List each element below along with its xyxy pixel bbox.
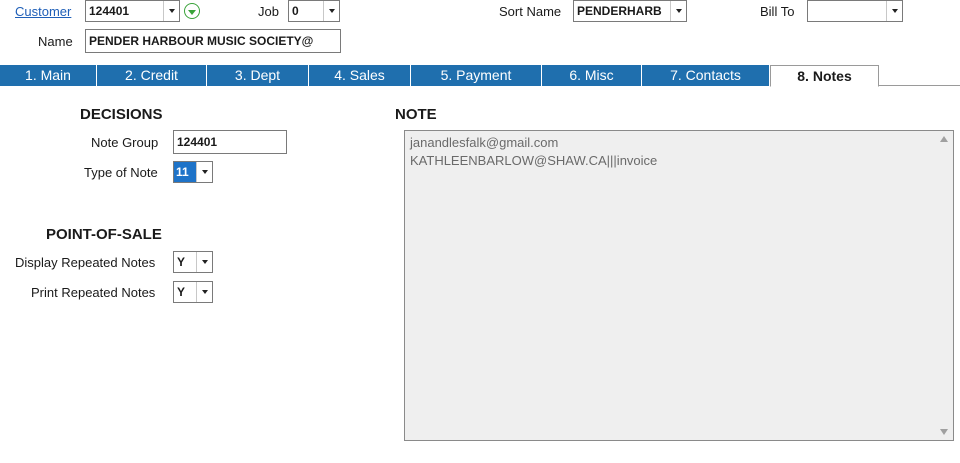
decisions-title: DECISIONS — [80, 106, 163, 123]
display-repeated-combo[interactable]: Y — [173, 251, 213, 273]
chevron-down-icon[interactable] — [886, 1, 902, 21]
tab-credit[interactable]: 2. Credit — [97, 65, 207, 86]
customer-combo[interactable]: 124401 — [85, 0, 180, 22]
bill-to-label: Bill To — [760, 4, 795, 19]
display-repeated-label: Display Repeated Notes — [15, 255, 156, 270]
note-group-input[interactable]: 124401 — [173, 130, 287, 154]
chevron-down-icon[interactable] — [323, 1, 339, 21]
note-content: janandlesfalk@gmail.com KATHLEENBARLOW@S… — [410, 134, 933, 170]
type-of-note-label: Type of Note — [84, 165, 158, 180]
tab-sales[interactable]: 4. Sales — [309, 65, 411, 86]
note-line: KATHLEENBARLOW@SHAW.CA|||invoice — [410, 153, 658, 168]
tab-misc[interactable]: 6. Misc — [542, 65, 642, 86]
note-line: janandlesfalk@gmail.com — [410, 135, 559, 150]
print-repeated-combo[interactable]: Y — [173, 281, 213, 303]
name-input[interactable]: PENDER HARBOUR MUSIC SOCIETY@ — [85, 29, 341, 53]
chevron-down-icon[interactable] — [196, 282, 212, 302]
chevron-down-icon[interactable] — [196, 162, 212, 182]
tab-main[interactable]: 1. Main — [0, 65, 97, 86]
note-title: NOTE — [395, 106, 437, 123]
customer-link[interactable]: Customer — [15, 4, 71, 19]
tab-dept[interactable]: 3. Dept — [207, 65, 309, 86]
dropdown-circle-icon[interactable] — [184, 3, 200, 19]
print-repeated-value: Y — [177, 285, 186, 299]
bill-to-value — [808, 1, 886, 21]
pos-title: POINT-OF-SALE — [46, 226, 162, 243]
note-textarea[interactable]: janandlesfalk@gmail.com KATHLEENBARLOW@S… — [404, 130, 954, 441]
tab-contacts[interactable]: 7. Contacts — [642, 65, 770, 86]
job-label: Job — [258, 4, 279, 19]
job-combo[interactable]: 0 — [288, 0, 340, 22]
sort-name-label: Sort Name — [499, 4, 562, 19]
chevron-down-icon[interactable] — [163, 1, 179, 21]
customer-value: 124401 — [89, 4, 130, 18]
note-scrollbar[interactable] — [936, 131, 953, 440]
scroll-down-icon[interactable] — [940, 429, 948, 435]
scroll-up-icon[interactable] — [940, 136, 948, 142]
type-of-note-combo[interactable]: 11 — [173, 161, 213, 183]
chevron-down-icon[interactable] — [670, 1, 686, 21]
note-group-label: Note Group — [91, 135, 159, 150]
type-of-note-value: 11 — [174, 162, 196, 182]
display-repeated-value: Y — [177, 255, 186, 269]
tab-bar: 1. Main 2. Credit 3. Dept 4. Sales 5. Pa… — [0, 65, 960, 87]
bill-to-combo[interactable] — [807, 0, 903, 22]
tab-payment[interactable]: 5. Payment — [411, 65, 542, 86]
tab-notes[interactable]: 8. Notes — [770, 65, 879, 87]
name-label: Name — [38, 34, 73, 49]
print-repeated-label: Print Repeated Notes — [31, 285, 156, 300]
sort-name-value: PENDERHARB — [577, 4, 662, 18]
sort-name-combo[interactable]: PENDERHARB — [573, 0, 687, 22]
chevron-down-icon[interactable] — [196, 252, 212, 272]
job-value: 0 — [292, 4, 299, 18]
